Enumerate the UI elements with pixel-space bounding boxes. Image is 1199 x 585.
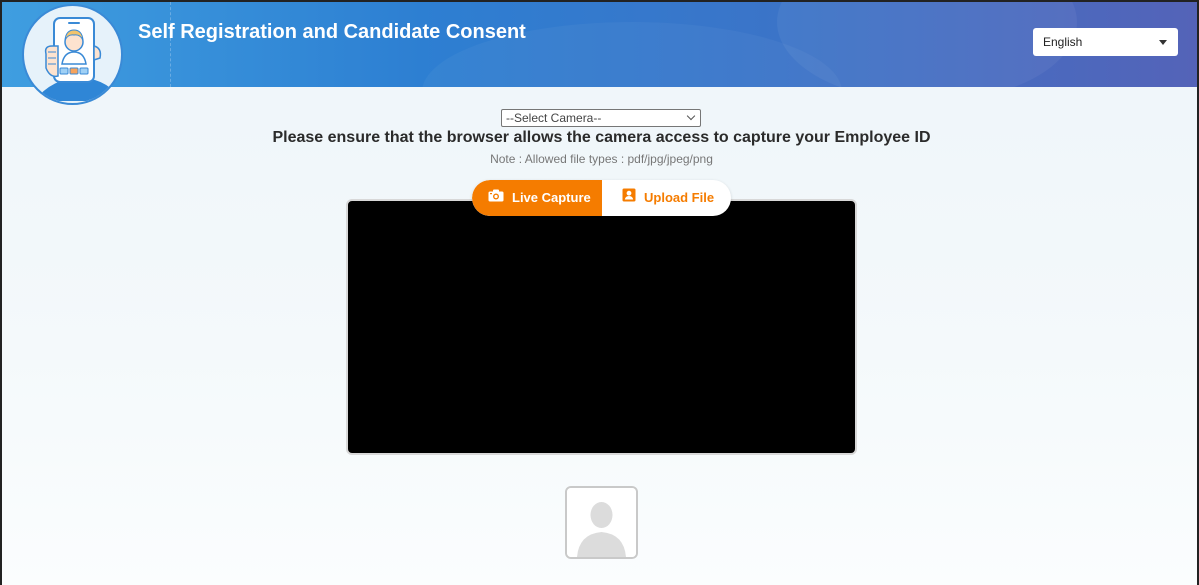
language-select[interactable]: English xyxy=(1033,28,1178,56)
tab-upload-file-label: Upload File xyxy=(644,190,715,205)
camera-selected-value: --Select Camera-- xyxy=(506,111,602,125)
page-frame: Self Registration and Candidate Consent … xyxy=(0,0,1199,585)
tab-live-capture[interactable]: Live Capture xyxy=(472,180,602,216)
chevron-down-icon xyxy=(686,111,696,121)
tab-live-capture-label: Live Capture xyxy=(512,190,591,205)
file-type-note: Note : Allowed file types : pdf/jpg/jpeg… xyxy=(490,152,713,166)
id-card-icon xyxy=(622,180,636,216)
header-decoration-line xyxy=(170,2,171,87)
page-title: Self Registration and Candidate Consent xyxy=(138,21,526,43)
user-placeholder-icon xyxy=(567,488,636,557)
camera-preview xyxy=(346,199,857,455)
captured-photo-thumbnail xyxy=(565,486,638,559)
phone-selfie-icon xyxy=(22,4,123,105)
header-bar: Self Registration and Candidate Consent … xyxy=(2,2,1197,87)
camera-select[interactable]: --Select Camera-- xyxy=(501,109,701,127)
camera-icon xyxy=(488,180,504,216)
tab-upload-file[interactable]: Upload File xyxy=(602,180,731,216)
camera-instruction: Please ensure that the browser allows th… xyxy=(272,129,931,146)
caret-down-icon xyxy=(1159,40,1167,45)
capture-mode-tabs: Live Capture Upload File xyxy=(472,180,731,216)
language-selected-value: English xyxy=(1043,35,1083,49)
